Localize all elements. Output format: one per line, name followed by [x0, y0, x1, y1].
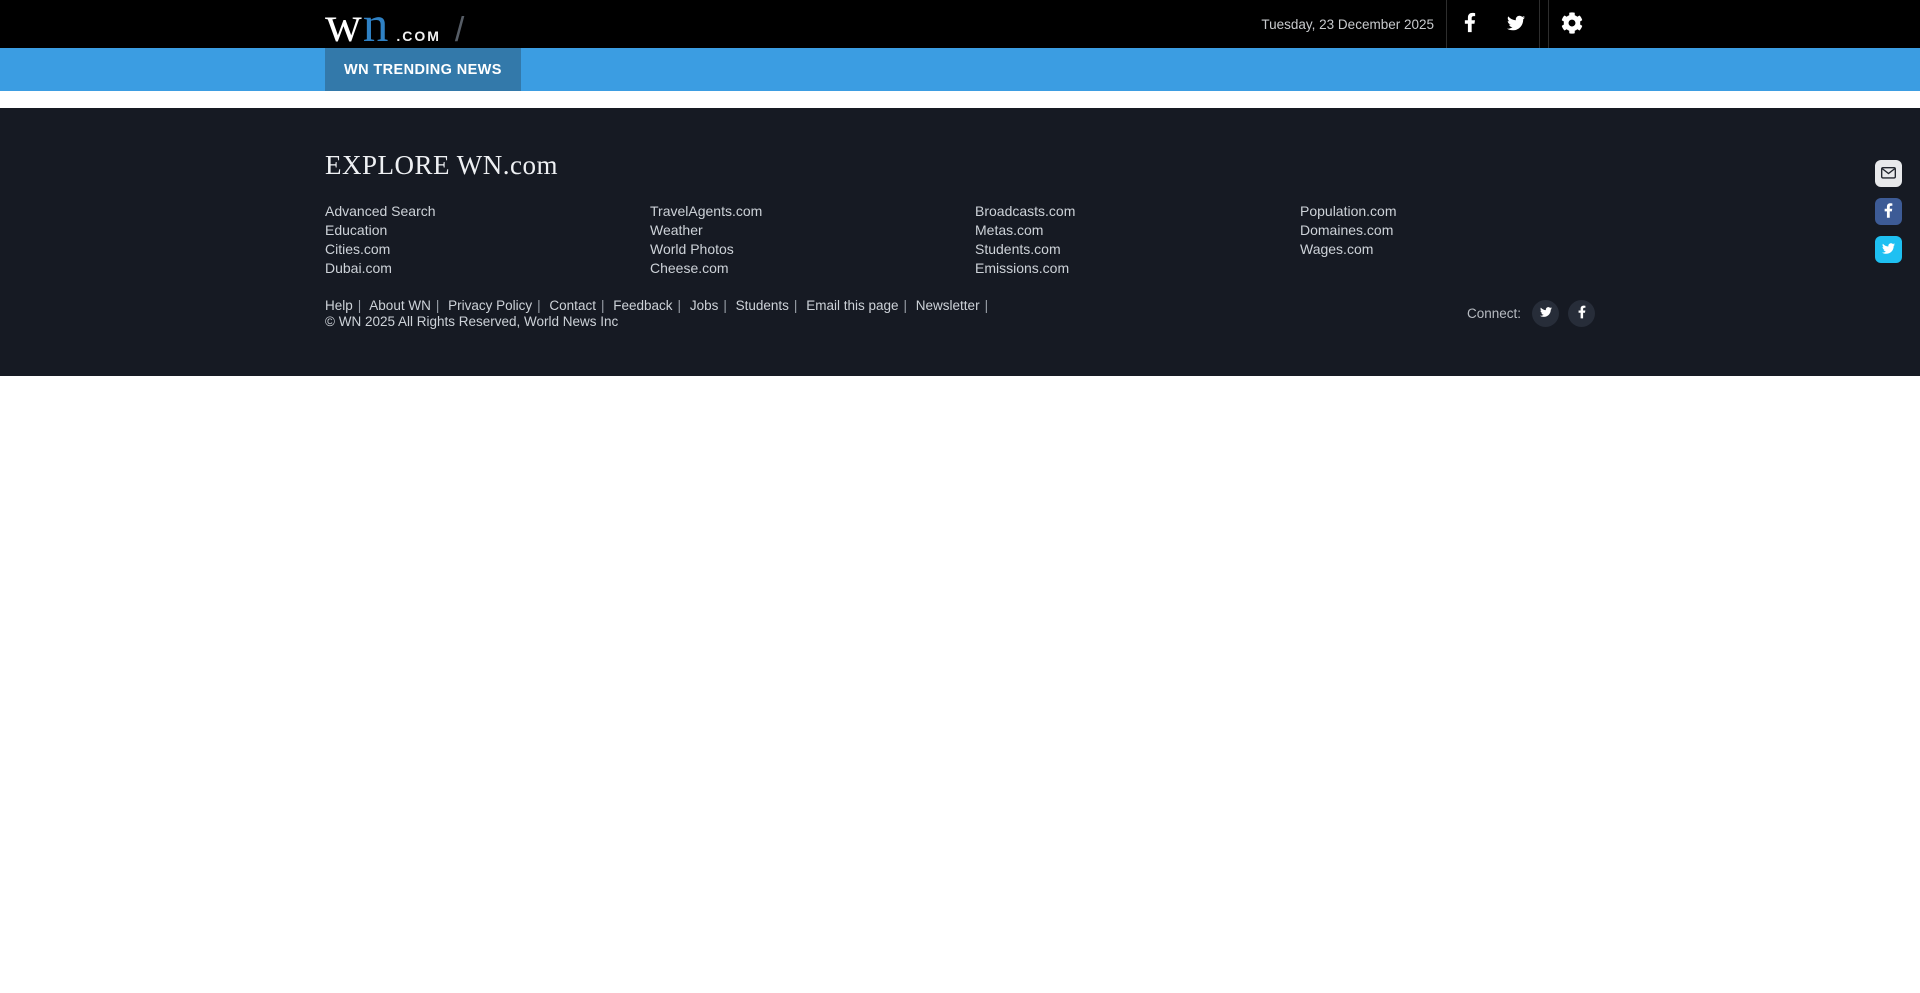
- connect-label: Connect:: [1467, 306, 1521, 321]
- copyright-text: © WN 2025 All Rights Reserved, World New…: [325, 314, 993, 330]
- share-twitter-button[interactable]: [1875, 236, 1902, 263]
- topbar-right-group: Tuesday, 23 December 2025: [1261, 0, 1595, 48]
- twitter-icon: [1505, 14, 1527, 35]
- top-bar: wn .COM / Tuesday, 23 December 2025: [0, 0, 1920, 48]
- footer-bottom-row: Help | About WN | Privacy Policy | Contact |…: [325, 298, 1595, 330]
- logo-slash: /: [455, 15, 464, 45]
- gear-icon: [1561, 12, 1583, 37]
- content-gap: [0, 91, 1920, 108]
- twitter-button[interactable]: [1493, 0, 1539, 48]
- envelope-icon: [1880, 165, 1897, 183]
- legal-link-contact[interactable]: Contact: [549, 298, 596, 313]
- legal-link-jobs[interactable]: Jobs: [690, 298, 719, 313]
- footer-link-wages[interactable]: Wages.com: [1300, 241, 1373, 257]
- separator: |: [678, 298, 682, 313]
- separator: |: [601, 298, 605, 313]
- twitter-icon: [1539, 306, 1553, 321]
- footer-link-cities[interactable]: Cities.com: [325, 241, 390, 257]
- facebook-icon: [1464, 12, 1476, 36]
- footer-link-columns: Advanced Search Education Cities.com Dub…: [325, 202, 1595, 278]
- footer-link-population[interactable]: Population.com: [1300, 203, 1397, 219]
- explore-heading: EXPLORE WN.com: [325, 152, 1595, 179]
- footer-link-cheese[interactable]: Cheese.com: [650, 260, 729, 276]
- logo-w: w: [325, 0, 363, 53]
- twitter-icon: [1881, 242, 1896, 258]
- legal-link-help[interactable]: Help: [325, 298, 353, 313]
- settings-button[interactable]: [1549, 0, 1595, 48]
- footer-link-broadcasts[interactable]: Broadcasts.com: [975, 203, 1075, 219]
- tab-trending-news[interactable]: WN TRENDING NEWS: [325, 48, 521, 91]
- legal-link-newsletter[interactable]: Newsletter: [916, 298, 980, 313]
- legal-links-line: Help | About WN | Privacy Policy | Contact |…: [325, 298, 993, 314]
- footer-link-emissions[interactable]: Emissions.com: [975, 260, 1069, 276]
- connect-facebook-button[interactable]: [1568, 300, 1595, 327]
- legal-link-about-wn[interactable]: About WN: [369, 298, 431, 313]
- legal-link-students[interactable]: Students: [736, 298, 789, 313]
- footer-link-domaines[interactable]: Domaines.com: [1300, 222, 1393, 238]
- separator: |: [436, 298, 440, 313]
- footer-column-4: Population.com Domaines.com Wages.com: [1300, 202, 1625, 278]
- logo-com-suffix: .COM: [396, 28, 441, 44]
- footer-link-world-photos[interactable]: World Photos: [650, 241, 734, 257]
- footer-link-weather[interactable]: Weather: [650, 222, 703, 238]
- separator: |: [985, 298, 989, 313]
- facebook-icon: [1578, 305, 1586, 322]
- floating-share-widget: [1875, 160, 1902, 263]
- current-date: Tuesday, 23 December 2025: [1261, 17, 1434, 32]
- facebook-button[interactable]: [1447, 0, 1493, 48]
- connect-twitter-button[interactable]: [1532, 300, 1559, 327]
- footer-link-dubai[interactable]: Dubai.com: [325, 260, 392, 276]
- site-footer: EXPLORE WN.com Advanced Search Education…: [0, 108, 1920, 376]
- separator: |: [358, 298, 362, 313]
- logo-n: n: [363, 0, 390, 53]
- share-email-button[interactable]: [1875, 160, 1902, 187]
- footer-link-advanced-search[interactable]: Advanced Search: [325, 203, 436, 219]
- legal-link-privacy-policy[interactable]: Privacy Policy: [448, 298, 532, 313]
- footer-link-metas[interactable]: Metas.com: [975, 222, 1043, 238]
- facebook-icon: [1884, 203, 1893, 221]
- connect-block: Connect:: [1467, 300, 1595, 327]
- footer-column-1: Advanced Search Education Cities.com Dub…: [325, 202, 650, 278]
- footer-column-2: TravelAgents.com Weather World Photos Ch…: [650, 202, 975, 278]
- legal-link-email-this-page[interactable]: Email this page: [806, 298, 898, 313]
- separator: |: [537, 298, 541, 313]
- separator: |: [904, 298, 908, 313]
- wn-logo[interactable]: wn .COM /: [325, 5, 464, 45]
- legal-links-block: Help | About WN | Privacy Policy | Contact |…: [325, 298, 993, 330]
- separator: |: [723, 298, 727, 313]
- footer-column-3: Broadcasts.com Metas.com Students.com Em…: [975, 202, 1300, 278]
- share-facebook-button[interactable]: [1875, 198, 1902, 225]
- divider-gap: [1540, 0, 1548, 48]
- legal-link-feedback[interactable]: Feedback: [613, 298, 672, 313]
- footer-link-travelagents[interactable]: TravelAgents.com: [650, 203, 762, 219]
- footer-link-students[interactable]: Students.com: [975, 241, 1061, 257]
- trending-bar: WN TRENDING NEWS: [0, 48, 1920, 91]
- separator: |: [794, 298, 798, 313]
- footer-link-education[interactable]: Education: [325, 222, 387, 238]
